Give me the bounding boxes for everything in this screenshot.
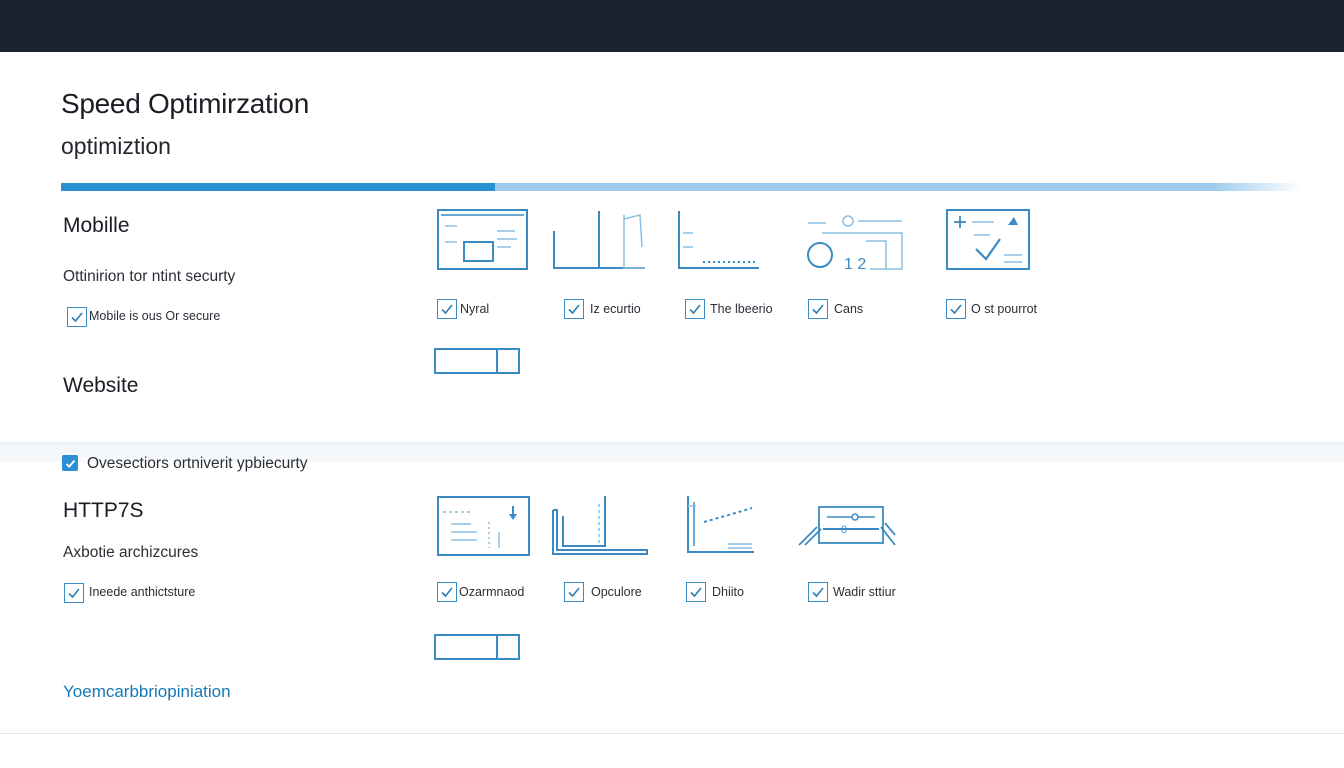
checkmark-icon: [441, 304, 453, 315]
security-checkbox[interactable]: [62, 455, 78, 471]
option-label: Nyral: [460, 302, 490, 316]
architecture-checkbox[interactable]: [64, 583, 84, 603]
checkmark-icon: [689, 304, 701, 315]
security-checkbox-label: Ovesectiors ortniverit ypbiecurty: [87, 455, 308, 472]
checkmark-icon: [812, 587, 824, 598]
split-toggle-button-2[interactable]: [434, 634, 520, 660]
progress-bar: [61, 183, 1301, 191]
checkmark-icon: [65, 459, 75, 468]
option-label: O st pourrot: [971, 302, 1037, 316]
top-app-bar: [0, 0, 1344, 52]
option-label: Ozarmnaod: [459, 585, 525, 599]
option-checkbox-opculore[interactable]: [564, 582, 584, 602]
checkmark-icon: [441, 587, 453, 598]
option-label: The lbeerio: [710, 302, 773, 316]
mobile-secure-checkbox-label: Mobile is ous Or secure: [89, 309, 221, 323]
checkmark-icon: [71, 312, 83, 323]
option-checkbox-pourrot[interactable]: [946, 299, 966, 319]
mobile-secure-checkbox[interactable]: [67, 307, 87, 327]
option-checkbox-dhiito[interactable]: [686, 582, 706, 602]
trend-chart-icon[interactable]: [684, 494, 758, 556]
split-toggle-button[interactable]: [434, 348, 520, 374]
section-heading-website: Website: [63, 374, 139, 397]
footer-optimization-link[interactable]: Yoemcarbbriopiniation: [63, 682, 231, 702]
dial-grid-icon[interactable]: 1 2: [806, 213, 904, 271]
svg-text:0: 0: [841, 524, 847, 536]
option-checkbox-ecurtio[interactable]: [564, 299, 584, 319]
checkmark-icon: [568, 587, 580, 598]
section-description: Ottinirion tor ntint securty: [63, 268, 236, 285]
bar-pillar-icon[interactable]: [552, 209, 647, 270]
toggle-segment: [496, 636, 518, 658]
option-checkbox-nyral[interactable]: [437, 299, 457, 319]
page-title: Speed Optimirzation: [61, 88, 309, 119]
option-label: Dhiito: [712, 585, 744, 599]
toggle-segment: [496, 350, 518, 372]
option-label: Iz ecurtio: [590, 302, 641, 316]
architecture-checkbox-label: Ineede anthictsture: [89, 585, 196, 599]
option-checkbox-cans[interactable]: [808, 299, 828, 319]
option-label: Wadir sttiur: [833, 585, 896, 599]
checkmark-icon: [812, 304, 824, 315]
option-checkbox-ozarmnaod[interactable]: [437, 582, 457, 602]
option-label: Cans: [834, 302, 864, 316]
page-subtitle: optimiztion: [61, 133, 171, 159]
svg-text:1 2: 1 2: [844, 256, 866, 271]
option-checkbox-lbeerio[interactable]: [685, 299, 705, 319]
section-heading-https: HTTP7S: [63, 499, 144, 522]
checkmark-icon: [950, 304, 962, 315]
checkmark-icon: [68, 588, 80, 599]
option-checkbox-sttiur[interactable]: [808, 582, 828, 602]
check-window-icon[interactable]: [946, 209, 1030, 270]
option-label: Opculore: [591, 585, 642, 599]
checkmark-icon: [568, 304, 580, 315]
slider-card-icon[interactable]: 0: [797, 499, 897, 551]
pillar-frame-icon[interactable]: [549, 494, 649, 556]
window-arrow-icon[interactable]: [437, 496, 530, 556]
section-heading-mobile: Mobille: [63, 214, 130, 237]
layout-window-icon[interactable]: [437, 209, 528, 270]
section2-description: Axbotie archizcures: [63, 544, 199, 561]
progress-fill: [61, 183, 495, 191]
footer-divider: [0, 733, 1344, 734]
checkmark-icon: [690, 587, 702, 598]
baseline-chart-icon[interactable]: [677, 209, 761, 270]
